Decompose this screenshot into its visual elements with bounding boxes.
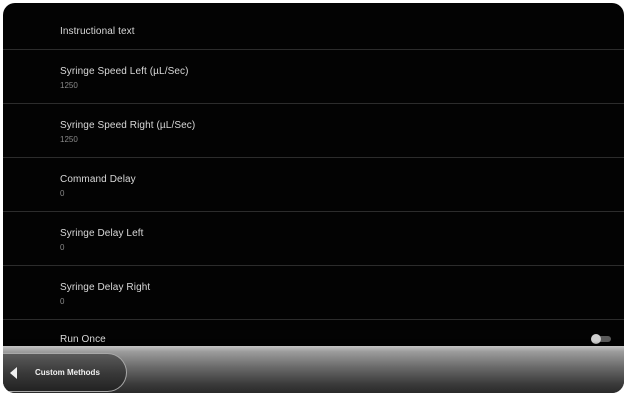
run-once-toggle[interactable] xyxy=(591,334,613,344)
back-button-label: Custom Methods xyxy=(35,368,100,377)
settings-list: Instructional text Syringe Speed Left (µ… xyxy=(3,3,624,348)
setting-label: Syringe Speed Left (µL/Sec) xyxy=(60,66,189,77)
custom-methods-back-button[interactable]: Custom Methods xyxy=(3,353,127,392)
toggle-thumb xyxy=(591,334,601,344)
setting-value: 0 xyxy=(60,297,65,306)
app-frame: Instructional text Syringe Speed Left (µ… xyxy=(3,3,624,393)
setting-label: Command Delay xyxy=(60,174,136,185)
setting-value: 1250 xyxy=(60,135,78,144)
setting-value: 0 xyxy=(60,189,65,198)
setting-run-once[interactable]: Run Once xyxy=(3,320,624,348)
back-arrow-icon xyxy=(10,367,17,379)
setting-value: 1250 xyxy=(60,81,78,90)
setting-syringe-delay-left[interactable]: Syringe Delay Left 0 xyxy=(3,212,624,266)
setting-label: Syringe Delay Left xyxy=(60,228,144,239)
setting-label: Syringe Speed Right (µL/Sec) xyxy=(60,120,196,131)
setting-value: 0 xyxy=(60,243,65,252)
setting-label: Run Once xyxy=(60,334,106,345)
setting-command-delay[interactable]: Command Delay 0 xyxy=(3,158,624,212)
setting-syringe-delay-right[interactable]: Syringe Delay Right 0 xyxy=(3,266,624,320)
bottom-navigation-bar: Custom Methods xyxy=(3,346,624,393)
setting-label: Syringe Delay Right xyxy=(60,282,151,293)
setting-syringe-speed-left[interactable]: Syringe Speed Left (µL/Sec) 1250 xyxy=(3,50,624,104)
instructional-text-row: Instructional text xyxy=(3,3,624,50)
setting-syringe-speed-right[interactable]: Syringe Speed Right (µL/Sec) 1250 xyxy=(3,104,624,158)
instructional-text: Instructional text xyxy=(60,26,135,37)
